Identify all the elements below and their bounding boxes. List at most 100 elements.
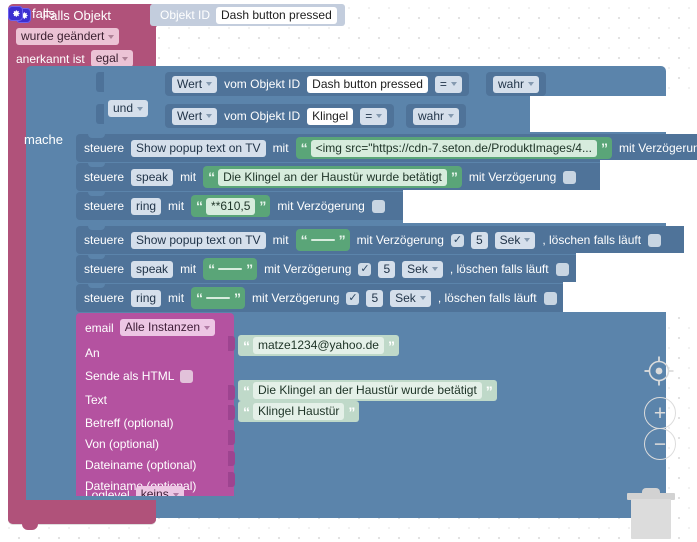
condition-2-comparator[interactable]: =	[360, 107, 388, 125]
trigger-ack-row[interactable]: anerkannt ist egal	[16, 50, 134, 67]
objekt-id-value[interactable]: Dash button pressed	[216, 6, 337, 24]
statement-6-delay-value[interactable]: 5	[366, 289, 384, 307]
statement-row-6[interactable]: steuere ring mit “ ” mit Verzögerung ✓ 5…	[76, 284, 579, 312]
chevron-down-icon	[376, 114, 383, 118]
canvas-gap	[600, 160, 697, 190]
statement-5-delay-value[interactable]: 5	[378, 260, 396, 278]
statement-row-1[interactable]: steuere Show popup text on TV mit “ <img…	[76, 134, 697, 162]
chevron-down-icon	[108, 34, 115, 39]
condition-1-compare-block[interactable]: wahr	[486, 72, 547, 96]
statement-3-target[interactable]: ring	[131, 197, 162, 215]
logic-operator[interactable]: und	[108, 100, 149, 117]
email-field-von-label: Von (optional)	[85, 437, 160, 451]
if-block-header[interactable]: falls	[8, 6, 55, 21]
gear-icon[interactable]	[8, 6, 23, 21]
center-workspace-button[interactable]	[643, 355, 675, 390]
statement-3-string-block[interactable]: “ **610,5 ”	[191, 195, 271, 217]
statement-6-string-block[interactable]: “ ”	[191, 287, 246, 309]
statement-6-string-value[interactable]	[206, 297, 231, 299]
statement-5-clear-checkbox[interactable]	[555, 262, 569, 276]
email-field-html-row[interactable]: Sende als HTML	[85, 369, 194, 383]
statement-4-clear-checkbox[interactable]	[648, 233, 662, 247]
condition-2-object-id[interactable]: Klingel	[307, 107, 354, 125]
email-an-value[interactable]: matze1234@yahoo.de	[253, 337, 384, 354]
email-text-value[interactable]: Die Klingel an der Haustür wurde betätig…	[253, 382, 482, 399]
trash-can-icon[interactable]	[627, 487, 675, 539]
trigger-change-mode[interactable]: wurde geändert	[16, 28, 120, 45]
email-field-html-label: Sende als HTML	[85, 369, 175, 383]
condition-row-2[interactable]: Wert vom Objekt ID Klingel =	[165, 104, 395, 128]
statement-4-string-value[interactable]	[310, 239, 335, 241]
statement-3-verb: steuere	[84, 199, 125, 213]
statement-5-target[interactable]: speak	[131, 260, 174, 278]
statement-1-target[interactable]: Show popup text on TV	[131, 139, 266, 157]
condition-1-comparator[interactable]: =	[434, 75, 462, 93]
statement-5-delay-unit[interactable]: Sek	[402, 260, 443, 278]
ack-value-dropdown[interactable]: egal	[90, 50, 134, 67]
objekt-id-block[interactable]: Objekt ID Dash button pressed	[150, 4, 345, 26]
condition-row-1[interactable]: Wert vom Objekt ID Dash button pressed =	[165, 72, 469, 96]
statement-row-3[interactable]: steuere ring mit “ **610,5 ” mit Verzöge…	[76, 192, 419, 220]
email-instance-dropdown[interactable]: Alle Instanzen	[119, 319, 216, 336]
condition-2-compare-dropdown[interactable]: wahr	[413, 107, 460, 125]
statement-5-clear-label: , löschen falls läuft	[449, 262, 549, 276]
statement-4-delay-value[interactable]: 5	[470, 231, 488, 249]
condition-1-value-label: Wert	[177, 76, 203, 91]
statement-3-delay-checkbox[interactable]	[371, 199, 385, 213]
email-betreff-value[interactable]: Klingel Haustür	[253, 403, 345, 420]
statement-2-delay-checkbox[interactable]	[563, 170, 577, 184]
statement-6-with-label: mit	[168, 291, 185, 305]
block-notch	[88, 163, 105, 167]
email-socket-von	[228, 430, 235, 445]
statement-6-target[interactable]: ring	[131, 289, 162, 307]
statement-2-target[interactable]: speak	[131, 168, 174, 186]
change-mode-dropdown[interactable]: wurde geändert	[16, 28, 120, 45]
email-block[interactable]: email Alle Instanzen An Sende als HTML T…	[76, 313, 234, 506]
statement-4-delay-checkbox[interactable]: ✓	[450, 233, 464, 247]
zoom-in-button[interactable]: +	[644, 397, 676, 429]
quote-open-icon: “	[208, 261, 215, 277]
blockly-workspace[interactable]: Falls Objekt wurde geändert anerkannt is…	[0, 0, 697, 542]
statement-6-delay-unit[interactable]: Sek	[390, 289, 431, 307]
statement-2-string-block[interactable]: “ Die Klingel an der Haustür wurde betät…	[203, 166, 462, 188]
statement-1-string-block[interactable]: “ <img src="https://cdn-7.seton.de/Produ…	[295, 137, 612, 159]
statement-4-target[interactable]: Show popup text on TV	[131, 231, 266, 249]
condition-1-object-id[interactable]: Dash button pressed	[307, 75, 428, 93]
zoom-out-button[interactable]: −	[644, 428, 676, 460]
statement-3-delay-label: mit Verzögerung	[277, 199, 365, 213]
statement-3-string-value[interactable]: **610,5	[206, 197, 256, 215]
quote-open-icon: “	[208, 169, 215, 185]
statement-row-2[interactable]: steuere speak mit “ Die Klingel an der H…	[76, 163, 616, 191]
condition-2-compare-block[interactable]: wahr	[406, 104, 467, 128]
statement-row-5[interactable]: steuere speak mit “ ” mit Verzögerung ✓ …	[76, 255, 592, 283]
statement-row-4[interactable]: steuere Show popup text on TV mit “ ” mi…	[76, 226, 697, 254]
condition-1-compare-dropdown[interactable]: wahr	[493, 75, 540, 93]
statement-6-delay-checkbox[interactable]: ✓	[346, 291, 360, 305]
logic-operator-dropdown[interactable]: und	[108, 100, 149, 117]
quote-close-icon: ”	[485, 382, 493, 399]
email-text-value-block[interactable]: “ Die Klingel an der Haustür wurde betät…	[238, 380, 497, 401]
statement-1-with-label: mit	[272, 141, 289, 155]
statement-5-delay-checkbox[interactable]: ✓	[358, 262, 372, 276]
email-betreff-value-block[interactable]: “ Klingel Haustür ”	[238, 401, 360, 422]
chevron-down-icon	[122, 56, 129, 61]
statement-4-string-block[interactable]: “ ”	[295, 229, 350, 251]
condition-2-value-dropdown[interactable]: Wert	[172, 107, 218, 125]
statement-6-clear-checkbox[interactable]	[543, 291, 557, 305]
block-notch	[88, 134, 105, 138]
email-header[interactable]: email Alle Instanzen	[85, 319, 216, 336]
statement-1-string-value[interactable]: <img src="https://cdn-7.seton.de/Produkt…	[310, 139, 597, 157]
statement-5-string-block[interactable]: “ ”	[203, 258, 258, 280]
email-an-value-block[interactable]: “ matze1234@yahoo.de ”	[238, 335, 399, 356]
email-html-checkbox[interactable]	[180, 369, 194, 383]
statement-2-with-label: mit	[180, 170, 197, 184]
condition-1-value-dropdown[interactable]: Wert	[172, 75, 218, 93]
statement-4-delay-unit[interactable]: Sek	[494, 231, 536, 249]
email-socket-betreff	[228, 405, 235, 420]
statement-2-string-value[interactable]: Die Klingel an der Haustür wurde betätig…	[218, 168, 447, 186]
zoom-out-label: −	[653, 432, 667, 456]
statement-5-string-value[interactable]	[218, 268, 243, 270]
statement-5-delay-label: mit Verzögerung	[264, 262, 352, 276]
do-label: mache	[24, 132, 64, 147]
chevron-down-icon	[206, 82, 213, 86]
